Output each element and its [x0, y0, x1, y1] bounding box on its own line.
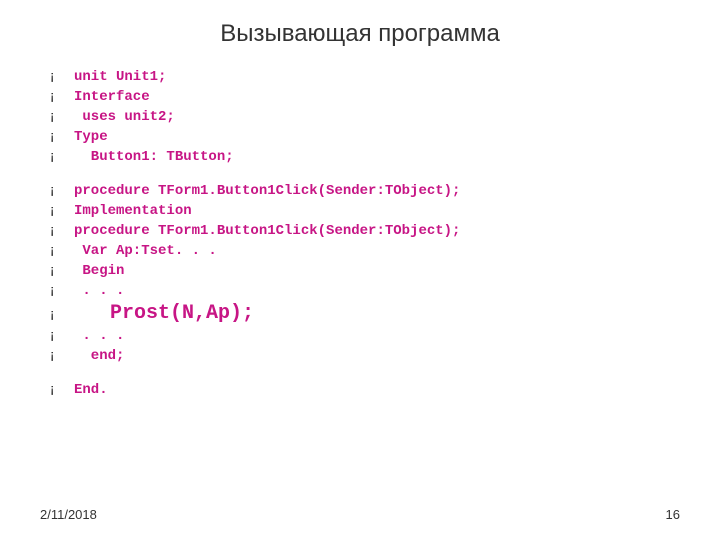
- code-text: . . .: [74, 283, 124, 299]
- code-line: ¡ . . .: [50, 327, 680, 345]
- code-text: Interface: [74, 89, 150, 105]
- code-line: ¡ Interface: [50, 88, 680, 106]
- code-line: ¡ Var Ap:Tset. . .: [50, 242, 680, 260]
- slide-footer: 2/11/2018 16: [40, 507, 680, 522]
- code-text: Var Ap:Tset. . .: [74, 243, 217, 259]
- code-line: ¡ Button1: TButton;: [50, 148, 680, 166]
- bullet-icon: ¡: [50, 202, 74, 217]
- bullet-icon: ¡: [50, 182, 74, 197]
- code-text: Type: [74, 129, 108, 145]
- bullet-icon: ¡: [50, 88, 74, 103]
- bullet-icon: ¡: [50, 108, 74, 123]
- footer-date: 2/11/2018: [40, 507, 97, 522]
- bullet-icon: ¡: [50, 347, 74, 362]
- bullet-icon: ¡: [50, 282, 74, 297]
- code-text: Button1: TButton;: [74, 149, 234, 165]
- code-line: ¡ End.: [50, 381, 680, 399]
- bullet-icon: ¡: [50, 222, 74, 237]
- bullet-icon: ¡: [50, 128, 74, 143]
- code-line: ¡ end;: [50, 347, 680, 365]
- code-block: ¡ unit Unit1; ¡ Interface ¡ uses unit2; …: [50, 68, 680, 399]
- code-line: ¡ Type: [50, 128, 680, 146]
- bullet-icon: ¡: [50, 68, 74, 83]
- code-line: ¡ procedure TForm1.Button1Click(Sender:T…: [50, 182, 680, 200]
- code-line: ¡ uses unit2;: [50, 108, 680, 126]
- code-line: ¡ . . .: [50, 282, 680, 300]
- bullet-icon: ¡: [50, 242, 74, 257]
- bullet-icon: ¡: [50, 148, 74, 163]
- code-line: ¡ unit Unit1;: [50, 68, 680, 86]
- code-text: Implementation: [74, 203, 192, 219]
- code-text: procedure TForm1.Button1Click(Sender:TOb…: [74, 183, 460, 199]
- bullet-icon: ¡: [50, 306, 74, 321]
- code-text: end;: [74, 348, 124, 364]
- code-line: ¡ Implementation: [50, 202, 680, 220]
- slide-title: Вызывающая программа: [40, 20, 680, 48]
- code-text: unit Unit1;: [74, 69, 166, 85]
- code-text: Prost(N,Ap);: [74, 302, 254, 325]
- code-text: . . .: [74, 328, 124, 344]
- code-line: ¡ Begin: [50, 262, 680, 280]
- code-text: End.: [74, 382, 108, 398]
- code-line: ¡ Prost(N,Ap);: [50, 302, 680, 325]
- code-text: Begin: [74, 263, 124, 279]
- bullet-icon: ¡: [50, 327, 74, 342]
- bullet-icon: ¡: [50, 381, 74, 396]
- bullet-icon: ¡: [50, 262, 74, 277]
- code-text: uses unit2;: [74, 109, 175, 125]
- code-text: procedure TForm1.Button1Click(Sender:TOb…: [74, 223, 460, 239]
- code-line: ¡ procedure TForm1.Button1Click(Sender:T…: [50, 222, 680, 240]
- footer-page-number: 16: [666, 507, 680, 522]
